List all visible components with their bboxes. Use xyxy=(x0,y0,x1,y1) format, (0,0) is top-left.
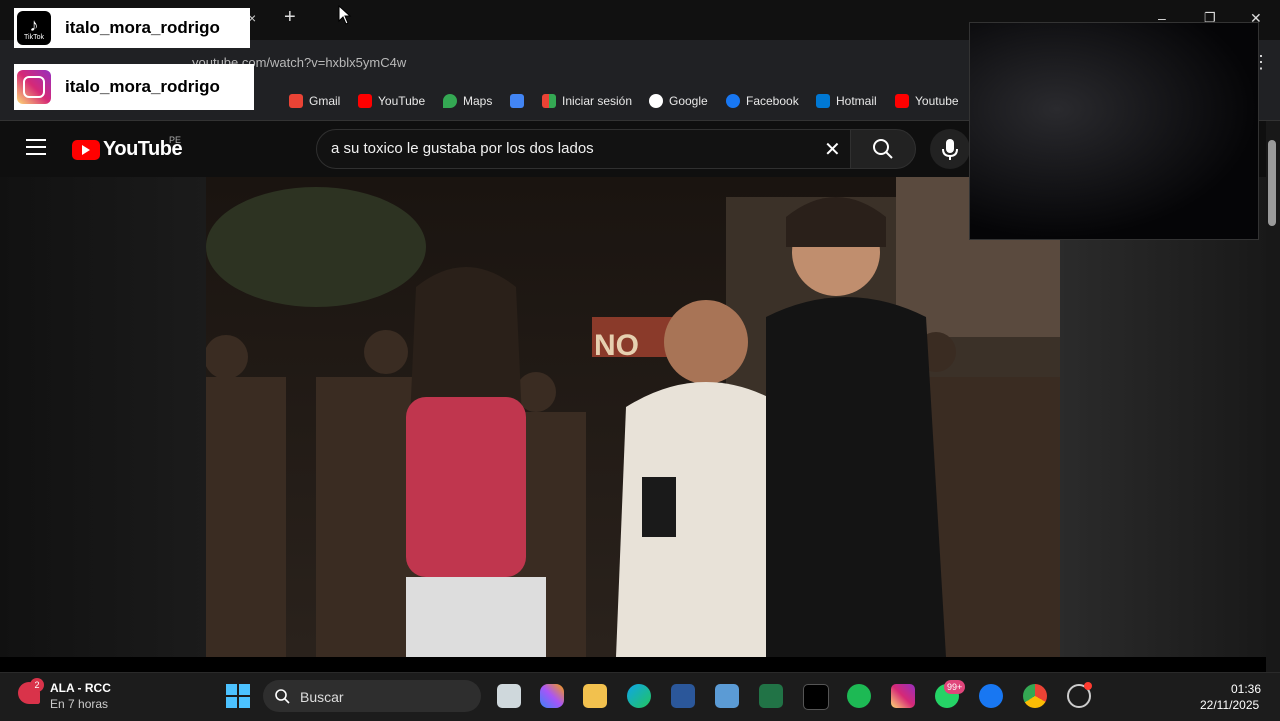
weather-subtitle: En 7 horas xyxy=(50,697,109,711)
notification-dot xyxy=(1084,682,1092,690)
instagram-icon xyxy=(17,70,51,104)
weather-badge: 2 xyxy=(30,678,44,692)
copilot-icon[interactable] xyxy=(540,684,564,708)
region-label: PE xyxy=(169,135,182,145)
spotify-icon[interactable] xyxy=(847,684,871,708)
video-backdrop-left xyxy=(0,177,206,657)
task-view-icon[interactable] xyxy=(497,684,521,708)
tiktok-username: italo_mora_rodrigo xyxy=(65,18,220,37)
bookmark-facebook[interactable]: Facebook xyxy=(726,92,799,110)
bookmark-youtube[interactable]: YouTube xyxy=(358,92,425,110)
picture-in-picture-video[interactable] xyxy=(969,22,1259,240)
excel-icon[interactable] xyxy=(759,684,783,708)
store-icon[interactable] xyxy=(715,684,739,708)
search-input[interactable]: a su toxico le gustaba por los dos lados xyxy=(331,140,594,157)
outlook-icon xyxy=(816,94,830,108)
taskbar-search-box[interactable] xyxy=(263,680,481,712)
instagram-username: italo_mora_rodrigo xyxy=(65,77,220,96)
youtube-icon xyxy=(358,94,372,108)
bookmark-gmail[interactable]: Gmail xyxy=(289,92,340,110)
search-icon xyxy=(873,139,893,159)
youtube-icon xyxy=(895,94,909,108)
youtube-play-icon xyxy=(72,139,100,160)
bookmark-hotmail[interactable]: Hotmail xyxy=(816,92,877,110)
maps-icon xyxy=(443,94,457,108)
taskbar-search-placeholder: Buscar xyxy=(300,689,344,705)
google-g-icon xyxy=(510,94,524,108)
tiktok-icon: ♪ TikTok xyxy=(17,11,51,45)
bookmark-google-g[interactable] xyxy=(510,92,524,110)
file-explorer-icon[interactable] xyxy=(583,684,607,708)
google-icon xyxy=(649,94,663,108)
search-button[interactable] xyxy=(850,129,916,169)
gmail-icon xyxy=(289,94,303,108)
scrollbar-thumb[interactable] xyxy=(1268,140,1276,226)
bookmark-youtube-2[interactable]: Youtube xyxy=(895,92,959,110)
new-tab-button[interactable]: + xyxy=(284,6,296,29)
mouse-cursor-icon xyxy=(338,5,352,25)
clock-date[interactable]: 22/11/2025 xyxy=(1200,698,1259,712)
video-player[interactable]: NO xyxy=(206,177,1060,657)
bookmark-google[interactable]: Google xyxy=(649,92,708,110)
video-frame: NO xyxy=(206,177,1060,657)
chrome-icon[interactable] xyxy=(1023,684,1047,708)
microphone-icon xyxy=(942,139,958,160)
whatsapp-badge: 99+ xyxy=(944,680,966,694)
edge-icon[interactable] xyxy=(627,684,651,708)
weather-title[interactable]: ALA - RCC xyxy=(50,681,111,695)
facebook-app-icon[interactable] xyxy=(979,684,1003,708)
microsoft-icon xyxy=(542,94,556,108)
youtube-logo[interactable]: YouTube xyxy=(72,138,183,161)
tiktok-app-icon[interactable] xyxy=(803,684,829,710)
bookmark-iniciar-sesion[interactable]: Iniciar sesión xyxy=(542,92,632,110)
word-icon[interactable] xyxy=(671,684,695,708)
clear-search-icon[interactable]: ✕ xyxy=(824,137,841,162)
search-icon xyxy=(275,689,290,704)
tiktok-badge: ♪ TikTok italo_mora_rodrigo xyxy=(14,8,250,48)
bookmark-maps[interactable]: Maps xyxy=(443,92,492,110)
instagram-app-icon[interactable] xyxy=(891,684,915,708)
start-button[interactable] xyxy=(226,684,250,708)
hamburger-menu-icon[interactable] xyxy=(26,139,46,155)
facebook-icon xyxy=(726,94,740,108)
video-sign-text: NO xyxy=(594,329,639,362)
video-backdrop-right xyxy=(1060,177,1266,657)
voice-search-button[interactable] xyxy=(930,129,970,169)
clock-time[interactable]: 01:36 xyxy=(1231,682,1261,696)
instagram-badge: italo_mora_rodrigo xyxy=(14,64,254,110)
